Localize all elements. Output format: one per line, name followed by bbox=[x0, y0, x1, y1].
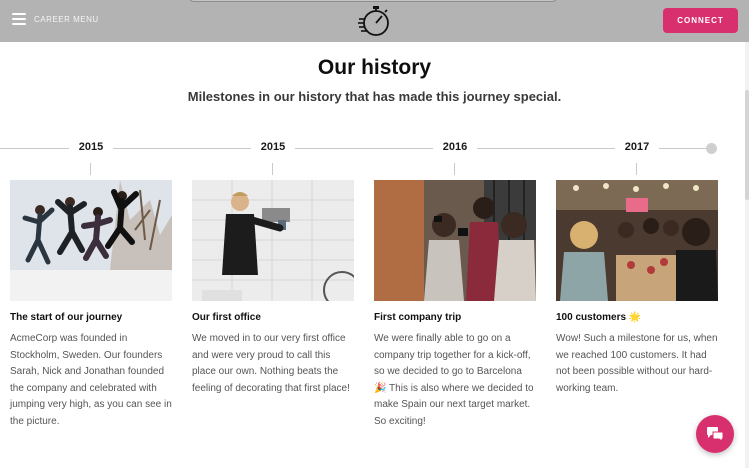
hamburger-icon bbox=[12, 13, 26, 25]
timeline-tick bbox=[636, 163, 637, 175]
chat-bubbles-icon bbox=[707, 427, 724, 442]
card-title: 100 customers 🌟 bbox=[556, 312, 642, 323]
stopwatch-logo-icon[interactable] bbox=[357, 3, 393, 39]
history-card: First company trip We were finally able … bbox=[374, 180, 536, 430]
card-title: First company trip bbox=[374, 312, 462, 323]
top-navigation-bar: CAREER MENU CONNECT bbox=[0, 0, 749, 42]
customers-celebration-photo bbox=[556, 180, 718, 301]
history-card: Our first office We moved in to our very… bbox=[192, 180, 354, 397]
card-title: The start of our journey bbox=[10, 312, 123, 323]
company-trip-photo bbox=[374, 180, 536, 301]
timeline-year: 2015 bbox=[69, 141, 113, 153]
timeline-tick bbox=[90, 163, 91, 175]
career-menu-label: CAREER MENU bbox=[34, 14, 99, 24]
page-scrollbar-thumb[interactable] bbox=[745, 90, 749, 200]
timeline-tick bbox=[272, 163, 273, 175]
timeline-tick bbox=[454, 163, 455, 175]
card-text: Wow! Such a milestone for us, when we re… bbox=[556, 333, 718, 394]
history-card: The start of our journey AcmeCorp was fo… bbox=[10, 180, 172, 430]
page-title: Our history bbox=[317, 56, 432, 79]
chat-button[interactable] bbox=[696, 415, 734, 453]
card-text: AcmeCorp was founded in Stockholm, Swede… bbox=[10, 333, 172, 427]
card-text: We were finally able to go on a company … bbox=[374, 333, 534, 427]
card-text: We moved in to our very first office and… bbox=[192, 333, 350, 394]
timeline-year: 2015 bbox=[251, 141, 295, 153]
search-bar-edge bbox=[188, 0, 558, 2]
connect-button[interactable]: CONNECT bbox=[663, 8, 738, 33]
page-subtitle: Milestones in our history that has made … bbox=[187, 89, 562, 104]
card-title: Our first office bbox=[192, 312, 261, 323]
timeline-year: 2017 bbox=[615, 141, 659, 153]
history-card: 100 customers 🌟 Wow! Such a milestone fo… bbox=[556, 180, 718, 397]
career-menu-button[interactable]: CAREER MENU bbox=[12, 13, 99, 25]
timeline-end-dot bbox=[706, 143, 717, 154]
first-office-photo bbox=[192, 180, 354, 301]
timeline-year: 2016 bbox=[433, 141, 477, 153]
founders-jumping-photo bbox=[10, 180, 172, 301]
